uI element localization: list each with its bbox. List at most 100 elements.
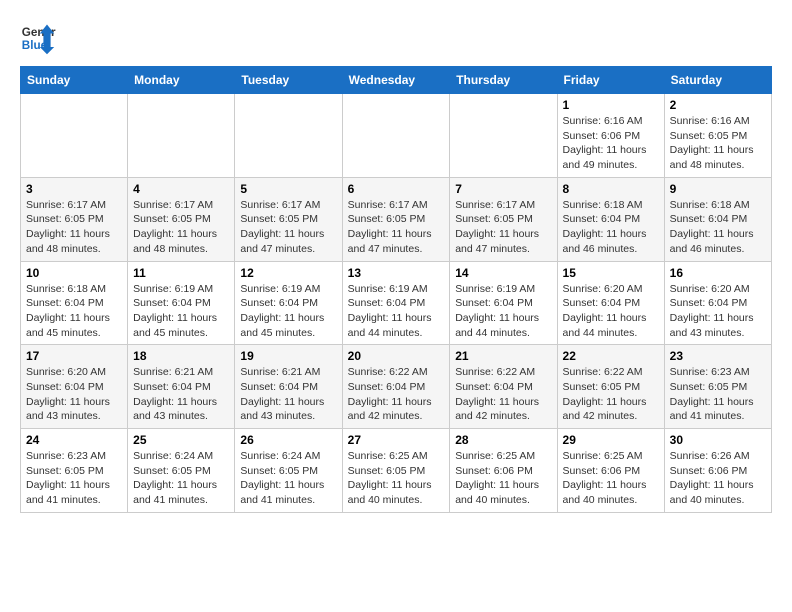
calendar-cell: 20 Sunrise: 6:22 AMSunset: 6:04 PMDayligh… bbox=[342, 345, 450, 429]
calendar-cell: 5 Sunrise: 6:17 AMSunset: 6:05 PMDaylight… bbox=[235, 177, 342, 261]
logo-icon: General Blue bbox=[20, 20, 56, 56]
calendar-cell: 15 Sunrise: 6:20 AMSunset: 6:04 PMDayligh… bbox=[557, 261, 664, 345]
day-number: 30 bbox=[670, 433, 766, 447]
calendar-cell: 22 Sunrise: 6:22 AMSunset: 6:05 PMDayligh… bbox=[557, 345, 664, 429]
day-info: Sunrise: 6:24 AMSunset: 6:05 PMDaylight:… bbox=[133, 449, 229, 508]
day-info: Sunrise: 6:17 AMSunset: 6:05 PMDaylight:… bbox=[26, 198, 122, 257]
calendar-cell: 12 Sunrise: 6:19 AMSunset: 6:04 PMDayligh… bbox=[235, 261, 342, 345]
day-number: 22 bbox=[563, 349, 659, 363]
calendar-cell: 4 Sunrise: 6:17 AMSunset: 6:05 PMDaylight… bbox=[128, 177, 235, 261]
calendar-cell: 28 Sunrise: 6:25 AMSunset: 6:06 PMDayligh… bbox=[450, 429, 557, 513]
day-info: Sunrise: 6:24 AMSunset: 6:05 PMDaylight:… bbox=[240, 449, 336, 508]
calendar-cell: 17 Sunrise: 6:20 AMSunset: 6:04 PMDayligh… bbox=[21, 345, 128, 429]
day-number: 4 bbox=[133, 182, 229, 196]
day-info: Sunrise: 6:18 AMSunset: 6:04 PMDaylight:… bbox=[670, 198, 766, 257]
day-info: Sunrise: 6:26 AMSunset: 6:06 PMDaylight:… bbox=[670, 449, 766, 508]
day-info: Sunrise: 6:17 AMSunset: 6:05 PMDaylight:… bbox=[133, 198, 229, 257]
calendar-cell: 29Sunrise: 6:25 AMSunset: 6:06 PMDayligh… bbox=[557, 429, 664, 513]
weekday-header: Sunday bbox=[21, 67, 128, 94]
calendar-week-row: 17 Sunrise: 6:20 AMSunset: 6:04 PMDayligh… bbox=[21, 345, 772, 429]
day-info: Sunrise: 6:20 AMSunset: 6:04 PMDaylight:… bbox=[563, 282, 659, 341]
calendar-week-row: 3 Sunrise: 6:17 AMSunset: 6:05 PMDaylight… bbox=[21, 177, 772, 261]
day-info: Sunrise: 6:25 AMSunset: 6:05 PMDaylight:… bbox=[348, 449, 445, 508]
day-number: 23 bbox=[670, 349, 766, 363]
day-info: Sunrise: 6:17 AMSunset: 6:05 PMDaylight:… bbox=[455, 198, 551, 257]
calendar-cell: 26 Sunrise: 6:24 AMSunset: 6:05 PMDayligh… bbox=[235, 429, 342, 513]
weekday-header: Monday bbox=[128, 67, 235, 94]
day-info: Sunrise: 6:16 AMSunset: 6:06 PMDaylight:… bbox=[563, 114, 659, 173]
day-number: 13 bbox=[348, 266, 445, 280]
calendar-cell: 7 Sunrise: 6:17 AMSunset: 6:05 PMDaylight… bbox=[450, 177, 557, 261]
day-info: Sunrise: 6:18 AMSunset: 6:04 PMDaylight:… bbox=[26, 282, 122, 341]
day-info: Sunrise: 6:25 AMSunset: 6:06 PMDaylight:… bbox=[455, 449, 551, 508]
calendar-cell: 1 Sunrise: 6:16 AMSunset: 6:06 PMDaylight… bbox=[557, 94, 664, 178]
day-number: 19 bbox=[240, 349, 336, 363]
day-info: Sunrise: 6:22 AMSunset: 6:04 PMDaylight:… bbox=[348, 365, 445, 424]
day-info: Sunrise: 6:17 AMSunset: 6:05 PMDaylight:… bbox=[348, 198, 445, 257]
day-number: 20 bbox=[348, 349, 445, 363]
calendar-cell: 21 Sunrise: 6:22 AMSunset: 6:04 PMDayligh… bbox=[450, 345, 557, 429]
day-number: 8 bbox=[563, 182, 659, 196]
calendar-cell bbox=[342, 94, 450, 178]
day-info: Sunrise: 6:18 AMSunset: 6:04 PMDaylight:… bbox=[563, 198, 659, 257]
calendar-table: SundayMondayTuesdayWednesdayThursdayFrid… bbox=[20, 66, 772, 513]
weekday-header: Wednesday bbox=[342, 67, 450, 94]
day-number: 29 bbox=[563, 433, 659, 447]
calendar-cell: 16Sunrise: 6:20 AMSunset: 6:04 PMDayligh… bbox=[664, 261, 771, 345]
day-info: Sunrise: 6:19 AMSunset: 6:04 PMDaylight:… bbox=[348, 282, 445, 341]
day-number: 27 bbox=[348, 433, 445, 447]
day-number: 10 bbox=[26, 266, 122, 280]
calendar-cell: 27 Sunrise: 6:25 AMSunset: 6:05 PMDayligh… bbox=[342, 429, 450, 513]
day-number: 3 bbox=[26, 182, 122, 196]
page-header: General Blue bbox=[20, 20, 772, 56]
calendar-cell: 10 Sunrise: 6:18 AMSunset: 6:04 PMDayligh… bbox=[21, 261, 128, 345]
weekday-header: Saturday bbox=[664, 67, 771, 94]
calendar-cell: 8 Sunrise: 6:18 AMSunset: 6:04 PMDaylight… bbox=[557, 177, 664, 261]
day-number: 11 bbox=[133, 266, 229, 280]
day-info: Sunrise: 6:16 AMSunset: 6:05 PMDaylight:… bbox=[670, 114, 766, 173]
day-number: 28 bbox=[455, 433, 551, 447]
day-number: 5 bbox=[240, 182, 336, 196]
day-number: 17 bbox=[26, 349, 122, 363]
day-number: 2 bbox=[670, 98, 766, 112]
calendar-cell: 13 Sunrise: 6:19 AMSunset: 6:04 PMDayligh… bbox=[342, 261, 450, 345]
calendar-cell bbox=[128, 94, 235, 178]
calendar-cell: 9 Sunrise: 6:18 AMSunset: 6:04 PMDaylight… bbox=[664, 177, 771, 261]
day-info: Sunrise: 6:23 AMSunset: 6:05 PMDaylight:… bbox=[670, 365, 766, 424]
day-number: 9 bbox=[670, 182, 766, 196]
day-number: 6 bbox=[348, 182, 445, 196]
day-number: 14 bbox=[455, 266, 551, 280]
day-number: 1 bbox=[563, 98, 659, 112]
calendar-week-row: 10 Sunrise: 6:18 AMSunset: 6:04 PMDayligh… bbox=[21, 261, 772, 345]
logo: General Blue bbox=[20, 20, 56, 56]
calendar-cell: 6 Sunrise: 6:17 AMSunset: 6:05 PMDaylight… bbox=[342, 177, 450, 261]
calendar-cell: 23 Sunrise: 6:23 AMSunset: 6:05 PMDayligh… bbox=[664, 345, 771, 429]
calendar-cell: 11 Sunrise: 6:19 AMSunset: 6:04 PMDayligh… bbox=[128, 261, 235, 345]
day-info: Sunrise: 6:17 AMSunset: 6:05 PMDaylight:… bbox=[240, 198, 336, 257]
calendar-week-row: 24Sunrise: 6:23 AMSunset: 6:05 PMDayligh… bbox=[21, 429, 772, 513]
day-number: 12 bbox=[240, 266, 336, 280]
calendar-cell: 24Sunrise: 6:23 AMSunset: 6:05 PMDayligh… bbox=[21, 429, 128, 513]
day-number: 15 bbox=[563, 266, 659, 280]
day-info: Sunrise: 6:19 AMSunset: 6:04 PMDaylight:… bbox=[133, 282, 229, 341]
day-info: Sunrise: 6:21 AMSunset: 6:04 PMDaylight:… bbox=[240, 365, 336, 424]
calendar-cell: 18Sunrise: 6:21 AMSunset: 6:04 PMDayligh… bbox=[128, 345, 235, 429]
day-number: 21 bbox=[455, 349, 551, 363]
day-number: 7 bbox=[455, 182, 551, 196]
calendar-cell: 25Sunrise: 6:24 AMSunset: 6:05 PMDayligh… bbox=[128, 429, 235, 513]
day-info: Sunrise: 6:22 AMSunset: 6:04 PMDaylight:… bbox=[455, 365, 551, 424]
day-info: Sunrise: 6:20 AMSunset: 6:04 PMDaylight:… bbox=[670, 282, 766, 341]
day-info: Sunrise: 6:20 AMSunset: 6:04 PMDaylight:… bbox=[26, 365, 122, 424]
weekday-header: Friday bbox=[557, 67, 664, 94]
day-info: Sunrise: 6:19 AMSunset: 6:04 PMDaylight:… bbox=[455, 282, 551, 341]
calendar-cell: 30 Sunrise: 6:26 AMSunset: 6:06 PMDayligh… bbox=[664, 429, 771, 513]
calendar-cell: 19 Sunrise: 6:21 AMSunset: 6:04 PMDayligh… bbox=[235, 345, 342, 429]
day-number: 26 bbox=[240, 433, 336, 447]
weekday-header: Thursday bbox=[450, 67, 557, 94]
calendar-cell: 3 Sunrise: 6:17 AMSunset: 6:05 PMDaylight… bbox=[21, 177, 128, 261]
calendar-body: 1 Sunrise: 6:16 AMSunset: 6:06 PMDaylight… bbox=[21, 94, 772, 513]
day-info: Sunrise: 6:19 AMSunset: 6:04 PMDaylight:… bbox=[240, 282, 336, 341]
calendar-cell: 14 Sunrise: 6:19 AMSunset: 6:04 PMDayligh… bbox=[450, 261, 557, 345]
day-info: Sunrise: 6:22 AMSunset: 6:05 PMDaylight:… bbox=[563, 365, 659, 424]
weekday-header: Tuesday bbox=[235, 67, 342, 94]
